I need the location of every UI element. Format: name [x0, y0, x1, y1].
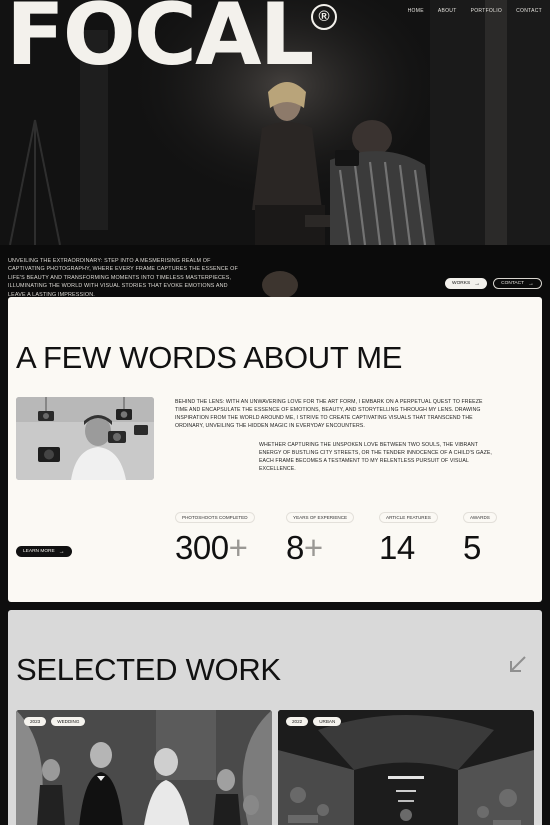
- photographer-portrait-image: [16, 397, 154, 480]
- top-nav: HOME ABOUT PORTFOLIO CONTACT: [408, 8, 542, 14]
- stat-articles: ARTICLE FEATURES 14: [379, 506, 438, 564]
- selected-work-section: SELECTED WORK 2023 WEDDING 2022 URBAN: [8, 610, 542, 825]
- selected-work-title: SELECTED WORK: [16, 652, 281, 687]
- stat-experience: YEARS OF EXPERIENCE 8+: [286, 506, 355, 564]
- year-tag: 2023: [24, 717, 47, 726]
- card-tags: 2023 WEDDING: [24, 717, 86, 726]
- arrow-right-icon: →: [58, 548, 65, 555]
- stat-plus: +: [303, 529, 323, 566]
- learn-more-label: LEARN MORE: [23, 549, 55, 554]
- hero-intro-text: UNVEILING THE EXTRAORDINARY: STEP INTO A…: [8, 258, 238, 298]
- stat-number: 300: [175, 529, 229, 566]
- stat-label: AWARDS: [463, 512, 497, 523]
- category-tag: URBAN: [313, 717, 342, 726]
- nav-home[interactable]: HOME: [408, 8, 424, 14]
- hero-buttons: WORKS → CONTACT →: [445, 278, 542, 289]
- stat-value: 14: [379, 531, 438, 564]
- stat-number: 5: [463, 529, 481, 566]
- about-paragraph-2: WHETHER CAPTURING THE UNSPOKEN LOVE BETW…: [259, 442, 492, 473]
- nav-contact[interactable]: CONTACT: [516, 8, 542, 14]
- nav-portfolio[interactable]: PORTFOLIO: [471, 8, 503, 14]
- stat-value: 300+: [175, 531, 255, 564]
- works-button-label: WORKS: [452, 281, 471, 286]
- stat-number: 8: [286, 529, 304, 566]
- stat-value: 8+: [286, 531, 354, 564]
- about-paragraph-1: BEHIND THE LENS: WITH AN UNWAVERING LOVE…: [175, 399, 483, 430]
- stat-value: 5: [463, 531, 497, 564]
- brand-logo[interactable]: FOCAL: [6, 0, 314, 78]
- work-card-urban[interactable]: 2022 URBAN: [278, 710, 534, 825]
- contact-button[interactable]: CONTACT →: [493, 278, 542, 289]
- arrow-down-left-icon[interactable]: [508, 654, 528, 674]
- about-title: A FEW WORDS ABOUT ME: [16, 340, 403, 375]
- stat-awards: AWARDS 5: [463, 506, 497, 564]
- registered-mark: ®: [311, 4, 337, 30]
- stat-plus: +: [228, 529, 248, 566]
- stat-photoshoots: PHOTOSHOOTS COMPLETED 300+: [175, 506, 255, 564]
- works-button[interactable]: WORKS →: [445, 278, 488, 289]
- nav-about[interactable]: ABOUT: [438, 8, 457, 14]
- arrow-right-icon: →: [528, 280, 534, 287]
- learn-more-button[interactable]: LEARN MORE →: [16, 546, 72, 557]
- year-tag: 2022: [286, 717, 309, 726]
- card-tags: 2022 URBAN: [286, 717, 342, 726]
- arrow-right-icon: →: [474, 280, 481, 287]
- about-photo: [16, 397, 154, 480]
- about-section: A FEW WORDS ABOUT ME BEHIND THE LENS: WI…: [8, 297, 542, 602]
- stat-label: ARTICLE FEATURES: [379, 512, 438, 523]
- stat-number: 14: [379, 529, 415, 566]
- urban-tunnel-photo: [278, 710, 534, 825]
- hero-section: FOCAL ® HOME ABOUT PORTFOLIO CONTACT UNV…: [0, 0, 550, 300]
- category-tag: WEDDING: [51, 717, 86, 726]
- wedding-photo: [16, 710, 272, 825]
- stat-label: YEARS OF EXPERIENCE: [286, 512, 355, 523]
- contact-button-label: CONTACT: [501, 281, 524, 286]
- stat-label: PHOTOSHOOTS COMPLETED: [175, 512, 255, 523]
- work-card-wedding[interactable]: 2023 WEDDING: [16, 710, 272, 825]
